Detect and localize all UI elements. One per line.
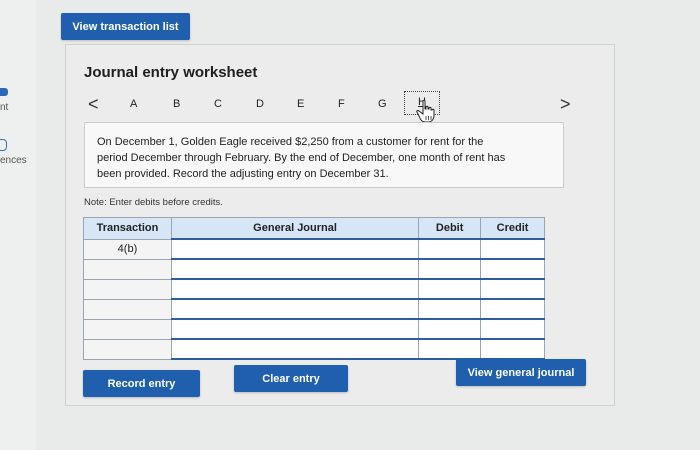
tab-e[interactable]: E [297, 98, 304, 110]
journal-entry-worksheet-panel: Journal entry worksheet < A B C D E F G … [65, 44, 615, 406]
prev-arrow-icon[interactable]: < [88, 95, 99, 113]
account-input[interactable] [170, 278, 420, 300]
column-header-debit: Debit [418, 217, 482, 240]
credit-input[interactable] [480, 338, 545, 360]
record-entry-button[interactable]: Record entry [83, 370, 200, 397]
table-row [83, 338, 545, 360]
credit-input[interactable] [480, 238, 545, 260]
debit-input[interactable] [418, 278, 482, 300]
debit-input[interactable] [418, 318, 482, 340]
table-row: 4(b) [83, 238, 545, 260]
view-transaction-list-button[interactable]: View transaction list [61, 13, 190, 40]
table-row [83, 318, 545, 340]
tab-a[interactable]: A [130, 98, 137, 110]
nav-item-label[interactable]: ences [0, 155, 27, 166]
account-input[interactable] [170, 258, 420, 280]
transaction-cell [83, 318, 172, 340]
next-arrow-icon[interactable]: > [560, 95, 571, 113]
credit-input[interactable] [480, 278, 545, 300]
account-input[interactable] [170, 238, 420, 260]
column-header-credit: Credit [480, 217, 545, 240]
column-header-general-journal: General Journal [170, 217, 420, 240]
problem-text: On December 1, Golden Eagle received $2,… [97, 136, 506, 180]
tab-f[interactable]: F [338, 98, 345, 110]
problem-statement: On December 1, Golden Eagle received $2,… [84, 122, 564, 188]
table-row [83, 258, 545, 280]
clear-entry-button[interactable]: Clear entry [234, 365, 348, 392]
view-general-journal-button[interactable]: View general journal [456, 359, 586, 386]
journal-table: Transaction General Journal Debit Credit… [83, 217, 545, 360]
tab-g[interactable]: G [378, 98, 387, 110]
account-input[interactable] [170, 318, 420, 340]
note-text: Note: Enter debits before credits. [84, 197, 223, 208]
worksheet-title: Journal entry worksheet [84, 64, 258, 81]
worksheet-tabs: < A B C D E F G H > [84, 91, 584, 123]
debit-input[interactable] [418, 258, 482, 280]
left-nav: nt ences [0, 0, 36, 450]
debit-input[interactable] [418, 338, 482, 360]
transaction-cell [83, 278, 172, 300]
tab-b[interactable]: B [173, 98, 180, 110]
column-header-transaction: Transaction [83, 217, 172, 240]
account-input[interactable] [170, 298, 420, 320]
credit-input[interactable] [480, 258, 545, 280]
hand-cursor-icon [416, 99, 435, 123]
nav-item-icon [0, 139, 7, 151]
account-input[interactable] [170, 338, 420, 360]
debit-input[interactable] [418, 298, 482, 320]
credit-input[interactable] [480, 298, 545, 320]
table-row [83, 298, 545, 320]
tab-c[interactable]: C [214, 98, 222, 110]
transaction-cell [83, 298, 172, 320]
transaction-cell [83, 338, 172, 360]
debit-input[interactable] [418, 238, 482, 260]
credit-input[interactable] [480, 318, 545, 340]
transaction-cell: 4(b) [83, 238, 172, 260]
transaction-cell [83, 258, 172, 280]
table-row [83, 278, 545, 300]
nav-item-icon [0, 88, 8, 96]
nav-item-label[interactable]: nt [0, 102, 8, 113]
tab-d[interactable]: D [256, 98, 264, 110]
